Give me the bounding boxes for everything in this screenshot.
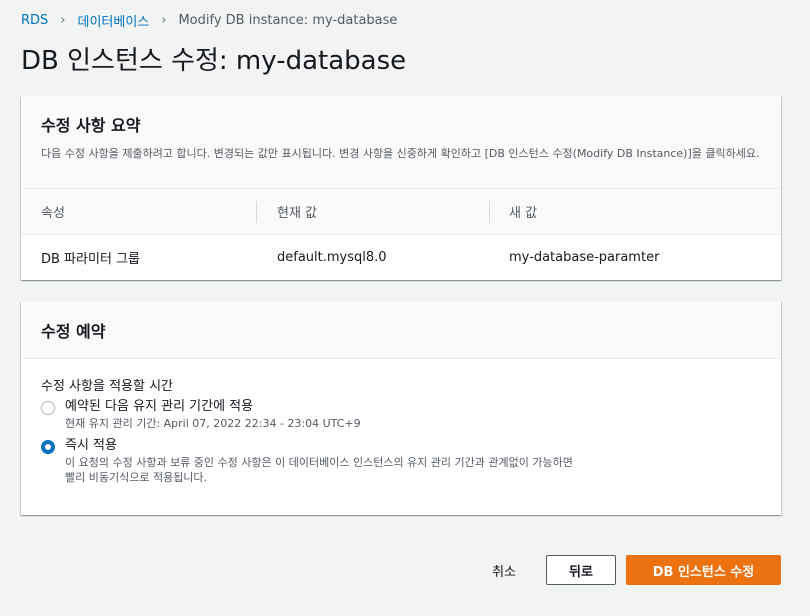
apply-time-label: 수정 사항을 적용할 시간 <box>41 379 173 394</box>
breadcrumb-current: Modify DB instance: my-database <box>178 12 398 28</box>
breadcrumb-link-databases[interactable]: 데이터베이스 <box>78 11 150 30</box>
option-label: 예약된 다음 유지 관리 기간에 적용 <box>65 399 254 414</box>
summary-header: 수정 사항 요약 다음 수정 사항을 제출하려고 합니다. 변경되는 값만 표시… <box>21 96 781 189</box>
schedule-header: 수정 예약 <box>21 301 781 359</box>
column-divider <box>489 201 490 223</box>
radio-button[interactable] <box>41 401 55 415</box>
form-actions: 취소 뒤로 DB 인스턴스 수정 <box>492 555 781 585</box>
page-title: DB 인스턴스 수정: my-database <box>21 46 407 76</box>
schedule-title: 수정 예약 <box>41 321 106 341</box>
back-button[interactable]: 뒤로 <box>546 555 616 585</box>
breadcrumb: RDS › 데이터베이스 › Modify DB instance: my-da… <box>21 11 398 30</box>
cell-new-value: my-database-paramter <box>509 250 660 265</box>
table-row: DB 파라미터 그룹 default.mysql8.0 my-database-… <box>21 235 781 280</box>
chevron-right-icon: › <box>161 12 167 28</box>
column-divider <box>256 201 257 223</box>
option-description: 현재 유지 관리 기간: April 07, 2022 22:34 - 23:0… <box>65 417 361 430</box>
breadcrumb-link-rds[interactable]: RDS <box>21 13 48 28</box>
radio-button-selected[interactable] <box>41 440 55 454</box>
cancel-button[interactable]: 취소 <box>492 561 516 580</box>
column-header-current-value: 현재 값 <box>277 206 318 221</box>
summary-table-header: 속성 현재 값 새 값 <box>21 189 781 235</box>
summary-description: 다음 수정 사항을 제출하려고 합니다. 변경되는 값만 표시됩니다. 변경 사… <box>41 147 760 160</box>
chevron-right-icon: › <box>60 12 66 28</box>
option-next-maintenance[interactable]: 예약된 다음 유지 관리 기간에 적용 현재 유지 관리 기간: April 0… <box>41 398 761 431</box>
option-description: 이 요청의 수정 사항과 보류 중인 수정 사항은 이 데이터베이스 인스턴스의… <box>65 456 573 484</box>
column-header-new-value: 새 값 <box>509 206 538 221</box>
summary-title: 수정 사항 요약 <box>41 116 141 135</box>
modification-summary-panel: 수정 사항 요약 다음 수정 사항을 제출하려고 합니다. 변경되는 값만 표시… <box>21 96 781 280</box>
cell-attribute: DB 파라미터 그룹 <box>41 252 140 267</box>
option-label: 즉시 적용 <box>65 438 117 453</box>
modify-db-instance-button[interactable]: DB 인스턴스 수정 <box>626 555 781 585</box>
option-apply-immediately[interactable]: 즉시 적용 이 요청의 수정 사항과 보류 중인 수정 사항은 이 데이터베이스… <box>41 437 761 485</box>
schedule-body: 수정 사항을 적용할 시간 예약된 다음 유지 관리 기간에 적용 현재 유지 … <box>21 359 781 485</box>
cell-current-value: default.mysql8.0 <box>277 250 387 265</box>
column-header-attribute: 속성 <box>41 206 65 221</box>
schedule-modifications-panel: 수정 예약 수정 사항을 적용할 시간 예약된 다음 유지 관리 기간에 적용 … <box>21 301 781 515</box>
